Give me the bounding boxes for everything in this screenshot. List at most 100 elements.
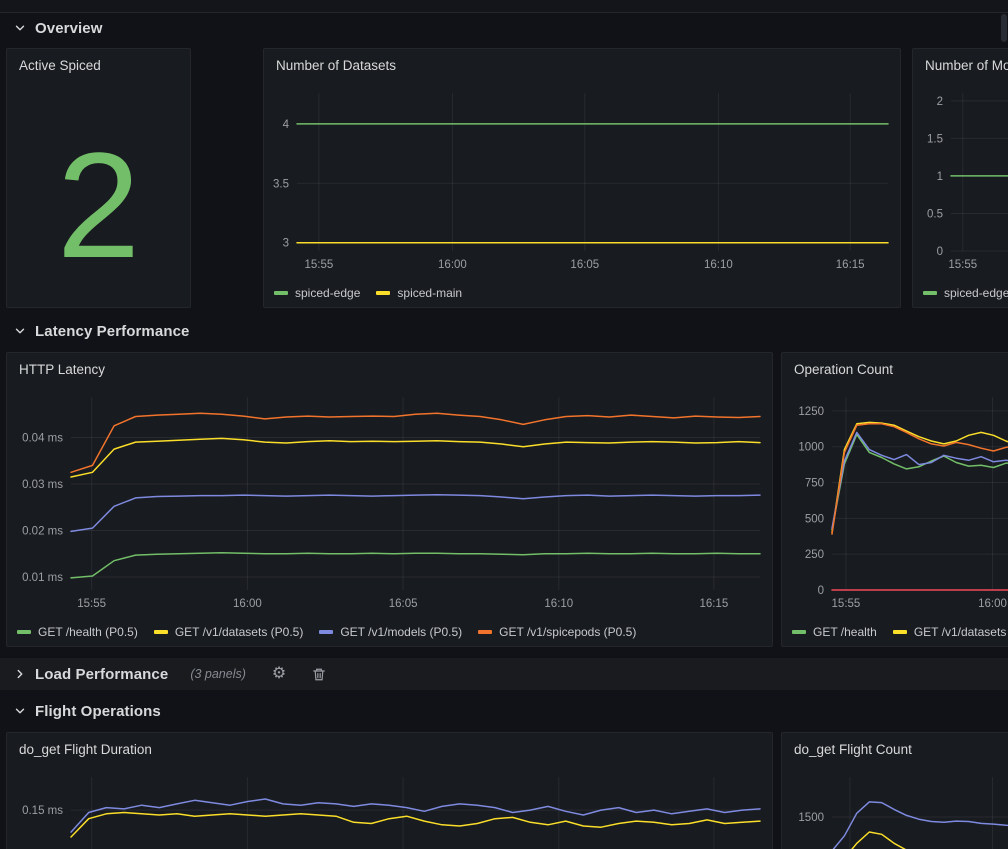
panel-title-http-latency[interactable]: HTTP Latency [19,362,105,377]
chart-legend: spiced-edge [923,286,1008,300]
chevron-down-icon [13,704,27,718]
legend-label: spiced-main [397,286,462,300]
legend-swatch [893,630,907,634]
legend-label: GET /v1/spicepods (P0.5) [499,625,636,639]
svg-text:3: 3 [283,238,289,250]
models-chart[interactable]: 15:55 0 0.5 1 1.5 2 [913,83,1008,307]
svg-text:15:55: 15:55 [832,598,861,610]
section-row-overview[interactable]: Overview [0,13,1008,43]
panel-do-get-flight-duration: do_get Flight Duration 15:5516:0016:0516… [6,732,773,849]
svg-text:0: 0 [937,246,943,258]
svg-text:16:10: 16:10 [704,259,733,271]
legend-swatch [274,291,288,295]
svg-text:0.5: 0.5 [927,208,943,220]
svg-text:3.5: 3.5 [273,178,289,190]
section-row-latency-performance[interactable]: Latency Performance [0,316,1008,346]
gear-icon[interactable]: ⚙ [272,666,286,682]
svg-text:0.01 ms: 0.01 ms [22,572,63,584]
legend-item[interactable]: spiced-main [376,286,462,300]
legend-item[interactable]: GET /v1/spicepods (P0.5) [478,625,636,639]
legend-label: spiced-edge [295,286,360,300]
flight-duration-chart[interactable]: 15:5516:0016:0516:1016:150.15 ms [7,767,772,849]
section-row-flight-operations[interactable]: Flight Operations [0,696,1008,726]
panel-title-number-of-models[interactable]: Number of Models [925,58,1008,73]
trash-icon[interactable] [312,667,326,682]
chevron-right-icon [13,667,27,681]
legend-swatch [376,291,390,295]
svg-text:16:00: 16:00 [233,598,262,610]
chevron-down-icon [13,21,27,35]
svg-text:15:55: 15:55 [948,259,977,271]
operation-count-chart[interactable]: 15:55 16:00 0 250 500 750 1000 1250 [782,387,1008,646]
svg-text:1000: 1000 [798,442,824,454]
section-label-overview: Overview [35,20,103,37]
legend-item[interactable]: GET /v1/datasets (P0.5) [154,625,304,639]
dashboard-top-strip [0,0,1008,13]
section-label-flight-operations: Flight Operations [35,703,161,720]
chart-legend: spiced-edge spiced-main [274,286,900,300]
legend-item[interactable]: GET /health [792,625,877,639]
stat-value: 2 [7,103,190,307]
svg-text:16:15: 16:15 [699,598,728,610]
svg-text:16:15: 16:15 [836,259,865,271]
svg-text:750: 750 [805,478,824,490]
svg-text:15:55: 15:55 [304,259,333,271]
panel-http-latency: HTTP Latency 15:55 16:00 16:05 16:10 16:15 0.… [6,352,773,647]
svg-text:16:10: 16:10 [544,598,573,610]
panel-operation-count: Operation Count 15:55 16:00 0 250 500 750 1000… [781,352,1008,647]
legend-swatch [792,630,806,634]
section-row-load-performance[interactable]: Load Performance (3 panels) ⚙ [0,658,1008,690]
chart-legend: GET /health (P0.5) GET /v1/datasets (P0.5… [17,625,772,639]
svg-text:0: 0 [818,585,824,597]
chevron-down-icon [13,324,27,338]
legend-item[interactable]: spiced-edge [274,286,360,300]
svg-text:0.03 ms: 0.03 ms [22,479,63,491]
section-label-load-performance: Load Performance [35,666,168,683]
legend-item[interactable]: GET /v1/datasets [893,625,1007,639]
svg-text:1500: 1500 [798,812,824,824]
panel-do-get-flight-count: do_get Flight Count 15:5516:001500 [781,732,1008,849]
panel-title-do-get-flight-duration[interactable]: do_get Flight Duration [19,742,152,757]
legend-item[interactable]: spiced-edge [923,286,1008,300]
legend-label: GET /v1/models (P0.5) [340,625,462,639]
legend-swatch [17,630,31,634]
svg-text:16:05: 16:05 [570,259,599,271]
legend-item[interactable]: GET /health (P0.5) [17,625,138,639]
svg-text:500: 500 [805,513,824,525]
panel-title-operation-count[interactable]: Operation Count [794,362,893,377]
panel-title-do-get-flight-count[interactable]: do_get Flight Count [794,742,912,757]
svg-text:16:00: 16:00 [438,259,467,271]
flight-count-chart[interactable]: 15:5516:001500 [782,767,1008,849]
svg-text:2: 2 [937,96,943,108]
datasets-chart[interactable]: 15:55 16:00 16:05 16:10 16:15 3 3.5 4 [264,83,900,307]
svg-text:4: 4 [283,119,290,131]
legend-label: GET /v1/datasets [914,625,1007,639]
legend-label: spiced-edge [944,286,1008,300]
svg-text:0.04 ms: 0.04 ms [22,432,63,444]
legend-label: GET /health [813,625,877,639]
svg-text:16:00: 16:00 [978,598,1007,610]
panel-number-of-datasets: Number of Datasets 15:5516:0016:0516:101… [263,48,901,308]
svg-text:1: 1 [937,171,943,183]
legend-swatch [923,291,937,295]
legend-label: GET /v1/datasets (P0.5) [175,625,304,639]
http-latency-chart[interactable]: 15:55 16:00 16:05 16:10 16:15 0.01 ms 0.02 ms 0… [7,387,772,646]
svg-text:16:05: 16:05 [389,598,418,610]
legend-swatch [154,630,168,634]
legend-item[interactable]: GET /v1/models (P0.5) [319,625,462,639]
section-label-latency-performance: Latency Performance [35,323,189,340]
panel-title-number-of-datasets[interactable]: Number of Datasets [276,58,396,73]
row-panel-count: (3 panels) [190,667,246,681]
chart-legend: GET /healthGET /v1/datasetsGET /v1/model… [792,625,1008,639]
legend-swatch [319,630,333,634]
svg-text:0.02 ms: 0.02 ms [22,525,63,537]
svg-text:0.15 ms: 0.15 ms [22,805,63,817]
svg-text:250: 250 [805,549,824,561]
svg-text:15:55: 15:55 [77,598,106,610]
legend-swatch [478,630,492,634]
panel-number-of-models: Number of Models 15:55 0 0.5 1 1.5 2 spiced-e… [912,48,1008,308]
panel-title-active-spiced[interactable]: Active Spiced [19,58,101,73]
svg-text:1250: 1250 [798,406,824,418]
svg-text:1.5: 1.5 [927,133,943,145]
legend-label: GET /health (P0.5) [38,625,138,639]
